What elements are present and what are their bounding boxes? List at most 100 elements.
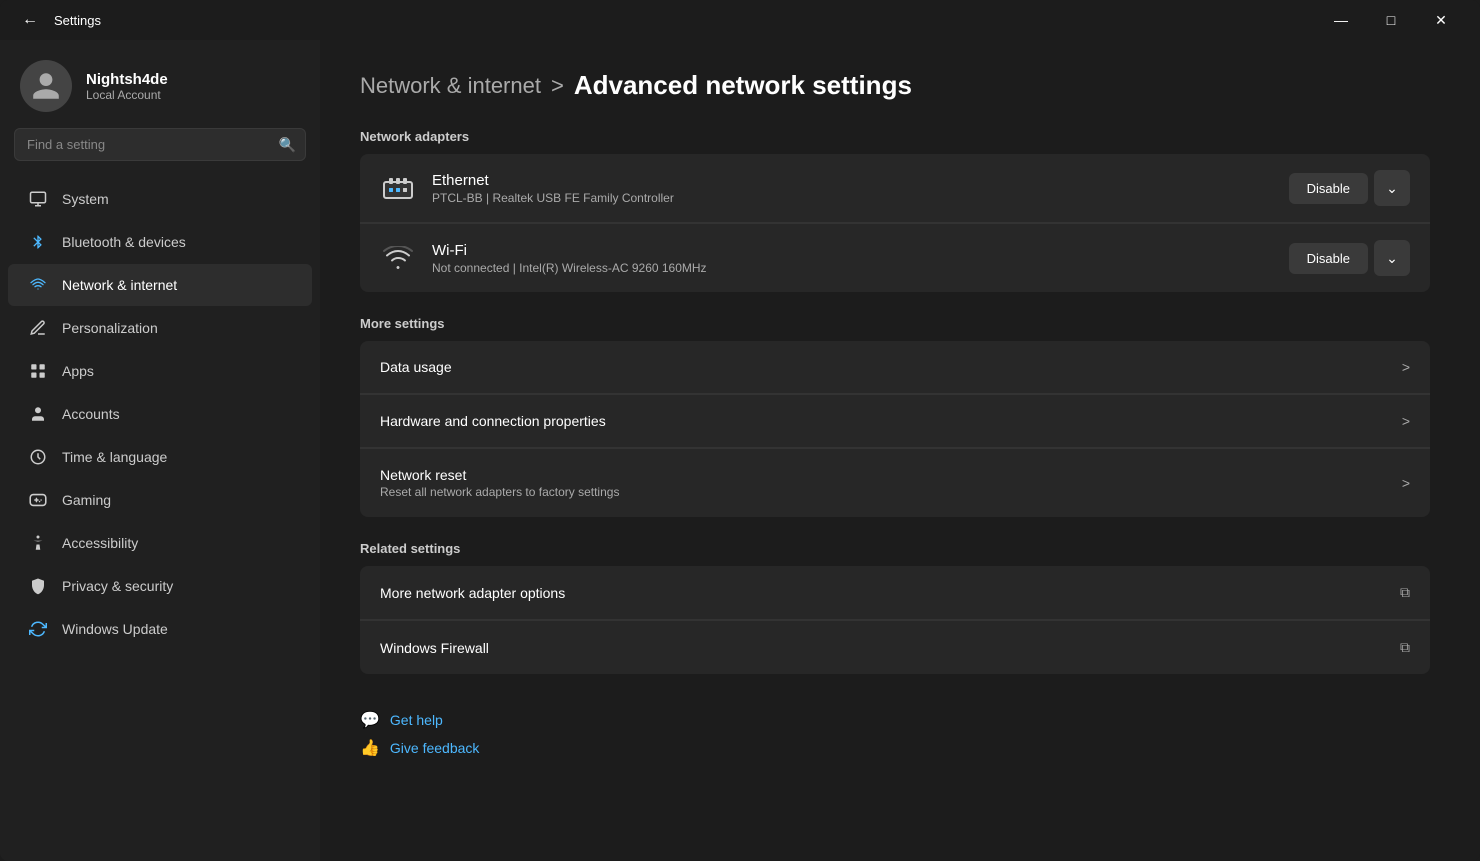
network-icon (28, 275, 48, 295)
data-usage-info: Data usage (380, 359, 1402, 375)
apps-icon (28, 361, 48, 381)
sidebar-item-network[interactable]: Network & internet (8, 264, 312, 306)
sidebar-item-time[interactable]: Time & language (8, 436, 312, 478)
sidebar: Nightsh4de Local Account 🔍 System (0, 40, 320, 861)
more-adapters-title: More network adapter options (380, 585, 1400, 601)
firewall-external-icon: ⧉ (1400, 639, 1410, 656)
ethernet-icon (380, 170, 416, 206)
get-help-icon: 💬 (360, 710, 380, 730)
user-type: Local Account (86, 88, 168, 102)
sidebar-item-privacy[interactable]: Privacy & security (8, 565, 312, 607)
firewall-info: Windows Firewall (380, 640, 1400, 656)
sidebar-item-update[interactable]: Windows Update (8, 608, 312, 650)
accounts-icon (28, 404, 48, 424)
sidebar-item-personalization-label: Personalization (62, 320, 158, 336)
firewall-row[interactable]: Windows Firewall ⧉ (360, 621, 1430, 674)
sidebar-item-accounts[interactable]: Accounts (8, 393, 312, 435)
sidebar-item-system[interactable]: System (8, 178, 312, 220)
system-icon (28, 189, 48, 209)
wifi-icon (380, 240, 416, 276)
wifi-adapter-row: Wi-Fi Not connected | Intel(R) Wireless-… (360, 224, 1430, 292)
bluetooth-icon (28, 232, 48, 252)
titlebar-controls: — □ ✕ (1318, 4, 1464, 36)
wifi-expand-button[interactable]: ⌄ (1374, 240, 1410, 276)
time-icon (28, 447, 48, 467)
ethernet-desc: PTCL-BB | Realtek USB FE Family Controll… (432, 191, 1273, 205)
network-reset-title: Network reset (380, 467, 1402, 483)
wifi-controls: Disable ⌄ (1289, 240, 1410, 276)
search-icon: 🔍 (279, 136, 296, 153)
search-box: 🔍 (14, 128, 306, 161)
related-settings-group: More network adapter options ⧉ Windows F… (360, 566, 1430, 674)
sidebar-item-network-label: Network & internet (62, 277, 177, 293)
breadcrumb: Network & internet > Advanced network se… (360, 70, 1430, 101)
sidebar-item-apps[interactable]: Apps (8, 350, 312, 392)
privacy-icon (28, 576, 48, 596)
back-button[interactable]: ← (16, 6, 44, 34)
sidebar-item-accessibility-label: Accessibility (62, 535, 138, 551)
hardware-props-title: Hardware and connection properties (380, 413, 1402, 429)
ethernet-expand-button[interactable]: ⌄ (1374, 170, 1410, 206)
update-icon (28, 619, 48, 639)
titlebar: ← Settings — □ ✕ (0, 0, 1480, 40)
avatar (20, 60, 72, 112)
firewall-title: Windows Firewall (380, 640, 1400, 656)
titlebar-title: Settings (54, 13, 101, 28)
ethernet-controls: Disable ⌄ (1289, 170, 1410, 206)
network-reset-chevron: > (1402, 475, 1410, 491)
sidebar-item-bluetooth[interactable]: Bluetooth & devices (8, 221, 312, 263)
ethernet-adapter-row: Ethernet PTCL-BB | Realtek USB FE Family… (360, 154, 1430, 223)
content-area: Nightsh4de Local Account 🔍 System (0, 40, 1480, 861)
sidebar-nav: System Bluetooth & devices Network & int… (0, 177, 320, 651)
sidebar-item-privacy-label: Privacy & security (62, 578, 173, 594)
gaming-icon (28, 490, 48, 510)
adapters-card-group: Ethernet PTCL-BB | Realtek USB FE Family… (360, 154, 1430, 292)
titlebar-left: ← Settings (16, 6, 101, 34)
ethernet-info: Ethernet PTCL-BB | Realtek USB FE Family… (432, 172, 1273, 205)
sidebar-item-system-label: System (62, 191, 109, 207)
data-usage-chevron: > (1402, 359, 1410, 375)
hardware-props-chevron: > (1402, 413, 1410, 429)
sidebar-item-update-label: Windows Update (62, 621, 168, 637)
sidebar-item-time-label: Time & language (62, 449, 167, 465)
adapters-section-title: Network adapters (360, 129, 1430, 144)
data-usage-row[interactable]: Data usage > (360, 341, 1430, 394)
settings-window: ← Settings — □ ✕ Nightsh4de Local Accoun… (0, 0, 1480, 861)
footer-links: 💬 Get help 👍 Give feedback (360, 698, 1430, 758)
more-adapters-row[interactable]: More network adapter options ⧉ (360, 566, 1430, 620)
wifi-info: Wi-Fi Not connected | Intel(R) Wireless-… (432, 242, 1273, 275)
network-reset-info: Network reset Reset all network adapters… (380, 467, 1402, 499)
network-reset-row[interactable]: Network reset Reset all network adapters… (360, 449, 1430, 517)
more-settings-group: Data usage > Hardware and connection pro… (360, 341, 1430, 517)
sidebar-item-gaming[interactable]: Gaming (8, 479, 312, 521)
get-help-link[interactable]: 💬 Get help (360, 710, 1430, 730)
sidebar-item-apps-label: Apps (62, 363, 94, 379)
close-button[interactable]: ✕ (1418, 4, 1464, 36)
accessibility-icon (28, 533, 48, 553)
main-content: Network & internet > Advanced network se… (320, 40, 1480, 861)
search-input[interactable] (14, 128, 306, 161)
breadcrumb-parent: Network & internet (360, 73, 541, 99)
more-adapters-info: More network adapter options (380, 585, 1400, 601)
ethernet-name: Ethernet (432, 172, 1273, 189)
breadcrumb-current: Advanced network settings (574, 70, 912, 101)
minimize-button[interactable]: — (1318, 4, 1364, 36)
get-help-label: Get help (390, 712, 443, 728)
hardware-props-row[interactable]: Hardware and connection properties > (360, 395, 1430, 448)
personalization-icon (28, 318, 48, 338)
sidebar-item-accessibility[interactable]: Accessibility (8, 522, 312, 564)
sidebar-item-gaming-label: Gaming (62, 492, 111, 508)
sidebar-item-personalization[interactable]: Personalization (8, 307, 312, 349)
maximize-button[interactable]: □ (1368, 4, 1414, 36)
network-reset-subtitle: Reset all network adapters to factory se… (380, 485, 1402, 499)
user-section: Nightsh4de Local Account (0, 40, 320, 128)
wifi-disable-button[interactable]: Disable (1289, 243, 1368, 274)
hardware-props-info: Hardware and connection properties (380, 413, 1402, 429)
give-feedback-link[interactable]: 👍 Give feedback (360, 738, 1430, 758)
sidebar-item-accounts-label: Accounts (62, 406, 120, 422)
sidebar-item-bluetooth-label: Bluetooth & devices (62, 234, 186, 250)
related-settings-title: Related settings (360, 541, 1430, 556)
ethernet-disable-button[interactable]: Disable (1289, 173, 1368, 204)
user-info: Nightsh4de Local Account (86, 71, 168, 102)
more-adapters-external-icon: ⧉ (1400, 584, 1410, 601)
